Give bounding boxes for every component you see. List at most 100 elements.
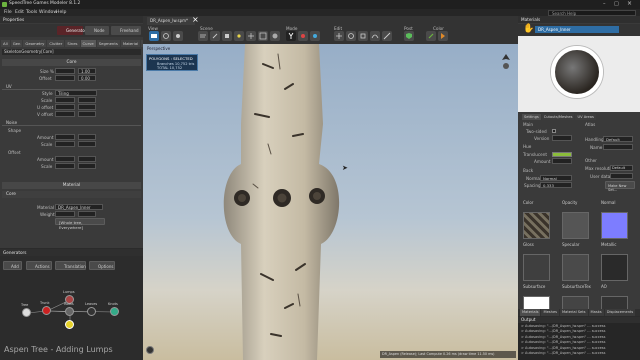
tab-gen[interactable]: Gen	[10, 40, 23, 47]
menu-file[interactable]: File	[4, 10, 12, 15]
tab-displacements[interactable]: Displacements	[604, 309, 636, 316]
uv-scale-value[interactable]	[78, 97, 96, 103]
map-subsurfacetex-texture[interactable]	[562, 296, 589, 310]
noise-offset-amount-value[interactable]	[78, 156, 96, 162]
node-roots[interactable]	[65, 307, 74, 316]
weight-value[interactable]	[78, 211, 96, 217]
material-section-header[interactable]: Material	[2, 182, 141, 189]
make-new-set-button[interactable]: Make New Set...	[605, 181, 635, 192]
shape-scale-value[interactable]	[78, 141, 96, 147]
noise-offset-scale-value[interactable]	[78, 163, 96, 169]
color-play-button[interactable]	[426, 31, 436, 41]
material-preview[interactable]	[518, 36, 640, 112]
node-knots[interactable]	[110, 307, 119, 316]
spacing-field[interactable]: 0.333	[540, 182, 572, 188]
tab-clutter[interactable]: Clutter	[47, 40, 65, 47]
material-name-dropdown[interactable]: DR_Aspen_Inner	[535, 26, 619, 33]
menu-window[interactable]: Window	[39, 10, 57, 15]
shape-amount-value[interactable]	[78, 134, 96, 140]
offset-value-field[interactable]: 0.00	[78, 75, 96, 81]
noise-offset-amount-slider[interactable]	[55, 156, 75, 162]
tab-geometry[interactable]: Geometry	[23, 40, 47, 47]
tab-uv-areas[interactable]: UV Areas	[575, 114, 596, 120]
assign-region-button[interactable]: [Whole tree, Everywhere]	[55, 218, 105, 230]
map-metallic-texture[interactable]	[601, 254, 628, 281]
v-offset-value[interactable]	[78, 111, 96, 117]
menu-edit[interactable]: Edit	[15, 10, 24, 15]
shape-amount-slider[interactable]	[55, 134, 75, 140]
options-button[interactable]: Options	[89, 261, 115, 270]
map-ao-texture[interactable]	[601, 296, 628, 310]
viewport[interactable]: Perspective POLYGONS : SELECTED Branches…	[143, 44, 518, 360]
tab-all[interactable]: All	[1, 40, 10, 47]
node-trunk[interactable]	[42, 306, 51, 315]
scene-tool-3[interactable]	[222, 31, 232, 41]
tab-meshes[interactable]: Meshes	[541, 309, 560, 316]
mode-button-2[interactable]	[298, 31, 308, 41]
object-name-field[interactable]: SkeletonGeometry[Core]	[2, 49, 141, 55]
maximize-icon[interactable]: □	[614, 1, 619, 7]
edit-move-button[interactable]	[334, 31, 344, 41]
add-button[interactable]: Add	[3, 261, 22, 270]
map-normal-texture[interactable]	[601, 212, 628, 239]
maxres-dropdown[interactable]: Default	[610, 165, 633, 171]
core-section-header[interactable]: Core	[2, 59, 141, 66]
uv-scale-slider[interactable]	[55, 97, 75, 103]
style-dropdown[interactable]: Tiling	[55, 90, 97, 96]
tab-cutouts-meshes[interactable]: Cutouts/Meshes	[541, 114, 575, 120]
orbit-button[interactable]	[161, 31, 171, 41]
shape-scale-slider[interactable]	[55, 141, 75, 147]
size-value-field[interactable]: 1.00	[78, 68, 96, 74]
post-shield-button[interactable]	[404, 31, 414, 41]
noise-offset-scale-slider[interactable]	[55, 163, 75, 169]
handling-dropdown[interactable]: Default	[603, 136, 633, 142]
scene-tool-6[interactable]	[258, 31, 268, 41]
normal-dropdown[interactable]: Normal	[540, 175, 572, 181]
twosided-checkbox[interactable]	[552, 129, 556, 133]
atlas-name-field[interactable]	[603, 144, 633, 150]
scene-tool-2[interactable]	[210, 31, 220, 41]
tab-curve[interactable]: Curve	[80, 40, 96, 47]
search-help-field[interactable]: Search Help	[548, 10, 636, 16]
map-color-texture[interactable]	[523, 212, 550, 239]
u-offset-slider[interactable]	[55, 104, 75, 110]
userdata-field[interactable]	[610, 173, 633, 179]
translucent-color-swatch[interactable]	[552, 152, 572, 157]
lighting-button[interactable]	[173, 31, 183, 41]
tab-material-sets[interactable]: Material Sets	[560, 309, 588, 316]
edit-tool-4[interactable]	[370, 31, 380, 41]
camera-button[interactable]	[149, 31, 159, 41]
hand-tool-icon[interactable]: ✋	[523, 24, 534, 34]
minimize-icon[interactable]: –	[603, 1, 606, 7]
edit-tool-5[interactable]	[382, 31, 392, 41]
v-offset-slider[interactable]	[55, 111, 75, 117]
menu-tools[interactable]: Tools	[26, 10, 37, 15]
version-field[interactable]	[552, 135, 572, 141]
map-opacity-texture[interactable]	[562, 212, 589, 239]
close-icon[interactable]: ×	[627, 0, 632, 7]
node-selected-lump[interactable]	[65, 320, 74, 329]
map-gloss-texture[interactable]	[523, 254, 550, 281]
freehand-button[interactable]: Freehand	[111, 26, 141, 35]
tab-material[interactable]: Material	[120, 40, 141, 47]
compass-icon[interactable]	[501, 54, 511, 70]
noise-section-header[interactable]: Noise	[2, 120, 141, 126]
translation-button[interactable]: Translation	[55, 261, 86, 270]
weight-slider[interactable]	[55, 211, 75, 217]
tab-masks[interactable]: Masks	[588, 309, 604, 316]
material-dropdown[interactable]: DR_Aspen_Inner	[55, 204, 103, 210]
scene-tool-5[interactable]	[246, 31, 256, 41]
map-subsurface-texture[interactable]	[523, 296, 550, 310]
scene-tool-4[interactable]	[234, 31, 244, 41]
map-specular-texture[interactable]	[562, 254, 589, 281]
document-tab[interactable]: DR_Aspen_lw.spm*	[147, 17, 195, 25]
color-forward-button[interactable]	[438, 31, 448, 41]
mode-button-3[interactable]	[310, 31, 320, 41]
node-tree[interactable]	[22, 308, 31, 317]
tab-settings[interactable]: Settings	[522, 114, 541, 120]
scene-tool-7[interactable]	[270, 31, 280, 41]
offset-slider[interactable]	[55, 75, 75, 81]
actions-button[interactable]: Actions	[26, 261, 52, 270]
edit-rotate-button[interactable]	[346, 31, 356, 41]
size-slider[interactable]	[55, 68, 75, 74]
